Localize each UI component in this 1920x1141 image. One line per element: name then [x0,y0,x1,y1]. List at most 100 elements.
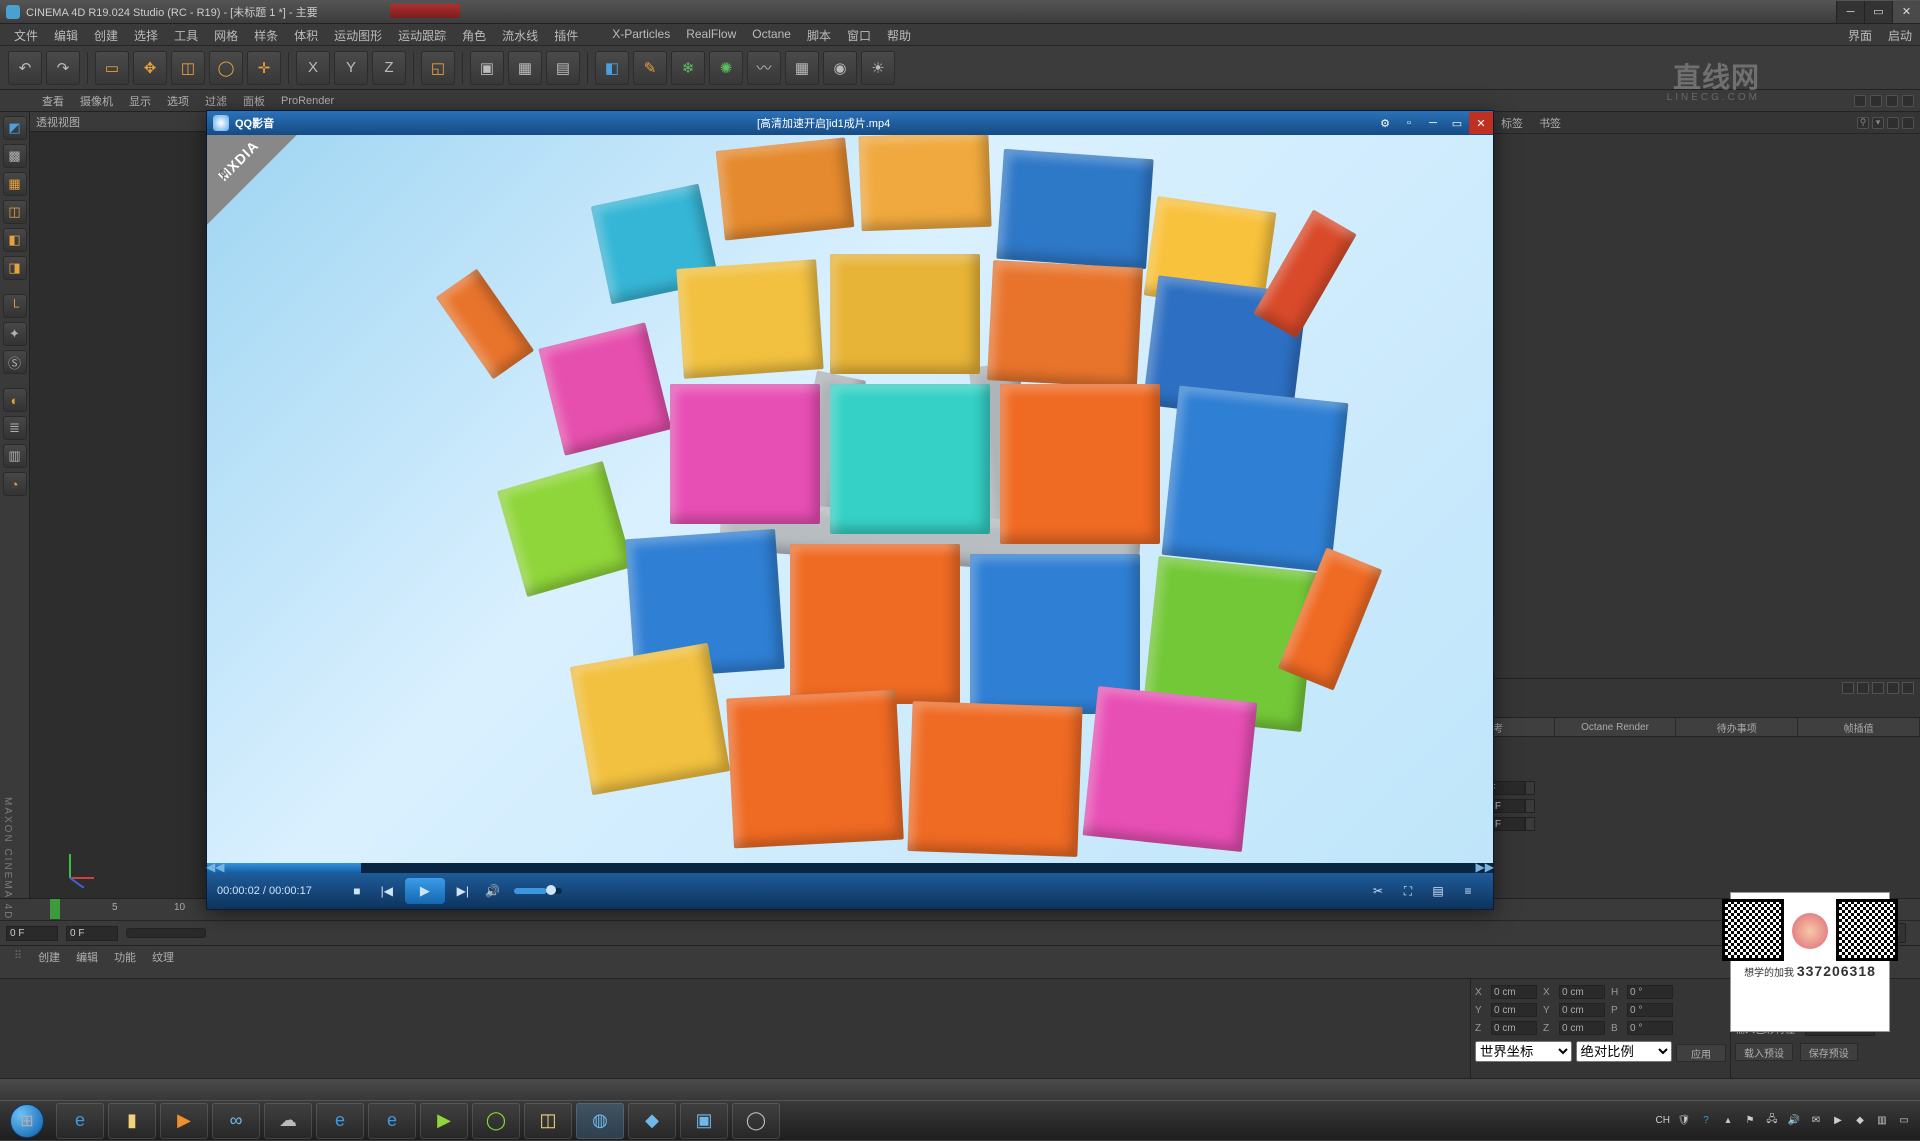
scale-button[interactable]: ◫ [171,51,205,85]
timeline-start-frame-input[interactable] [6,926,58,941]
tray-vol-icon[interactable]: 🔊 [1786,1113,1802,1129]
taskbar-ie2[interactable]: e [316,1103,364,1139]
player-title-bar[interactable]: QQ影音 [高清加速开启]id1成片.mp4 ⚙ ▫ ─ ▭ ✕ [207,111,1493,135]
axis-mode-button[interactable]: └ [3,294,27,318]
taskbar-screen[interactable]: ▣ [680,1103,728,1139]
taskbar-render[interactable]: ◆ [628,1103,676,1139]
add-cube-button[interactable]: ◧ [595,51,629,85]
menu-file[interactable]: 文件 [6,24,46,45]
player-next-button[interactable]: ▶| [451,879,475,903]
menu-pipeline[interactable]: 流水线 [494,24,546,45]
attr-tab-octane[interactable]: Octane Render [1555,718,1677,736]
mm-menu-tex[interactable]: 纹理 [144,946,182,967]
coord-apply-button[interactable]: 应用 [1676,1044,1726,1062]
menu-help[interactable]: 帮助 [879,24,919,45]
tray-safe-icon[interactable]: ◆ [1852,1113,1868,1129]
object-mode-button[interactable]: ◨ [3,256,27,280]
taskbar-explorer[interactable]: ▮ [108,1103,156,1139]
snap-button[interactable]: Ⓢ [3,350,27,374]
attr-tab-interp[interactable]: 帧插值 [1798,718,1920,736]
attr-nav-up-icon[interactable] [1872,682,1884,694]
player-subtitle-button[interactable]: ▤ [1426,879,1450,903]
add-effector-button[interactable]: ✺ [709,51,743,85]
player-maximize-button[interactable]: ▭ [1445,112,1469,134]
player-mute-button[interactable]: 🔊 [481,879,505,903]
poly-mode-button[interactable]: ▦ [3,172,27,196]
mm-menu-func[interactable]: 功能 [106,946,144,967]
layers-button[interactable]: ≣ [3,416,27,440]
minimize-button[interactable]: ─ [1836,1,1864,23]
player-snapshot-button[interactable]: ✂ [1366,879,1390,903]
menu-tracking[interactable]: 运动跟踪 [390,24,454,45]
timeline-start-frame2-input[interactable] [66,926,118,941]
redo-button[interactable]: ↷ [46,51,80,85]
close-button[interactable]: ✕ [1892,1,1920,23]
coord-z-size[interactable] [1559,1021,1605,1035]
player-compact-button[interactable]: ▫ [1397,112,1421,134]
menu-script[interactable]: 脚本 [799,24,839,45]
coord-z-pos[interactable] [1491,1021,1537,1035]
menu-mesh[interactable]: 网格 [206,24,246,45]
attr-nav-back-icon[interactable] [1842,682,1854,694]
add-cloner-button[interactable]: ❄ [671,51,705,85]
player-seek-end-icon[interactable]: ▶▶ [1476,860,1494,874]
player-playlist-button[interactable]: ≡ [1456,879,1480,903]
render-settings-button[interactable]: ▤ [546,51,580,85]
menu-realflow[interactable]: RealFlow [678,24,744,45]
om-opt1-icon[interactable] [1887,117,1899,129]
vp-menu-camera[interactable]: 摄像机 [72,91,121,111]
coord-y-pos[interactable] [1491,1003,1537,1017]
player-close-button[interactable]: ✕ [1469,112,1493,134]
menu-tools[interactable]: 工具 [166,24,206,45]
vp-nav-2-icon[interactable] [1870,95,1882,107]
coord-z-rot[interactable] [1627,1021,1673,1035]
player-stop-button[interactable]: ■ [345,879,369,903]
player-prev-button[interactable]: |◀ [375,879,399,903]
taskbar-app2[interactable]: ☁ [264,1103,312,1139]
live-select-button[interactable]: ▭ [95,51,129,85]
lasso-button[interactable]: ✛ [247,51,281,85]
timeline-playhead[interactable] [50,899,60,919]
player-seek-start-icon[interactable]: ◀◀ [206,860,224,874]
menu-edit[interactable]: 编辑 [46,24,86,45]
vp-menu-prorender[interactable]: ProRender [273,93,342,109]
menu-xparticles[interactable]: X-Particles [604,24,678,45]
player-minimize-button[interactable]: ─ [1421,112,1445,134]
lock-button[interactable]: ▥ [3,444,27,468]
coord-x-rot[interactable] [1627,985,1673,999]
menu-mograph[interactable]: 运动图形 [326,24,390,45]
taskbar-ie[interactable]: e [56,1103,104,1139]
om-menu-tags[interactable]: 标签 [1493,113,1531,133]
attr-lock-icon[interactable] [1887,682,1899,694]
add-deformer-button[interactable]: 〰 [747,51,781,85]
menu-volume[interactable]: 体积 [286,24,326,45]
add-light-button[interactable]: ☀ [861,51,895,85]
attr-tab-todo[interactable]: 待办事项 [1676,718,1798,736]
coord-y-rot[interactable] [1627,1003,1673,1017]
maximize-button[interactable]: ▭ [1864,1,1892,23]
player-volume-slider[interactable] [514,888,562,894]
attr-menu-icon[interactable] [1902,682,1914,694]
vp-menu-options[interactable]: 选项 [159,91,197,111]
rotate-button[interactable]: ◯ [209,51,243,85]
axis-y-button[interactable]: Y [334,51,368,85]
vp-nav-3-icon[interactable] [1886,95,1898,107]
tray-net-icon[interactable]: 🖧 [1764,1113,1780,1129]
material-manager-body[interactable] [0,979,1470,1078]
om-menu-bookmarks[interactable]: 书签 [1531,113,1569,133]
menu-select[interactable]: 选择 [126,24,166,45]
player-fullscreen-button[interactable]: ⛶ [1396,879,1420,903]
tray-monitor-icon[interactable]: ▥ [1874,1113,1890,1129]
vp-menu-display[interactable]: 显示 [121,91,159,111]
coord-x-pos[interactable] [1491,985,1537,999]
coord-y-size[interactable] [1559,1003,1605,1017]
move-button[interactable]: ✥ [133,51,167,85]
coord-mode-button[interactable]: ✦ [3,322,27,346]
taskbar-sphere[interactable]: ◯ [732,1103,780,1139]
spinner-icon[interactable] [1525,781,1535,795]
rp-save-preset-button[interactable]: 保存预设 [1800,1043,1858,1061]
tray-shield-icon[interactable]: 🛡 [1676,1113,1692,1129]
start-button[interactable]: ⊞ [0,1101,54,1141]
taskbar-edge[interactable]: e [368,1103,416,1139]
workplane-button[interactable]: ◐ [3,388,27,412]
